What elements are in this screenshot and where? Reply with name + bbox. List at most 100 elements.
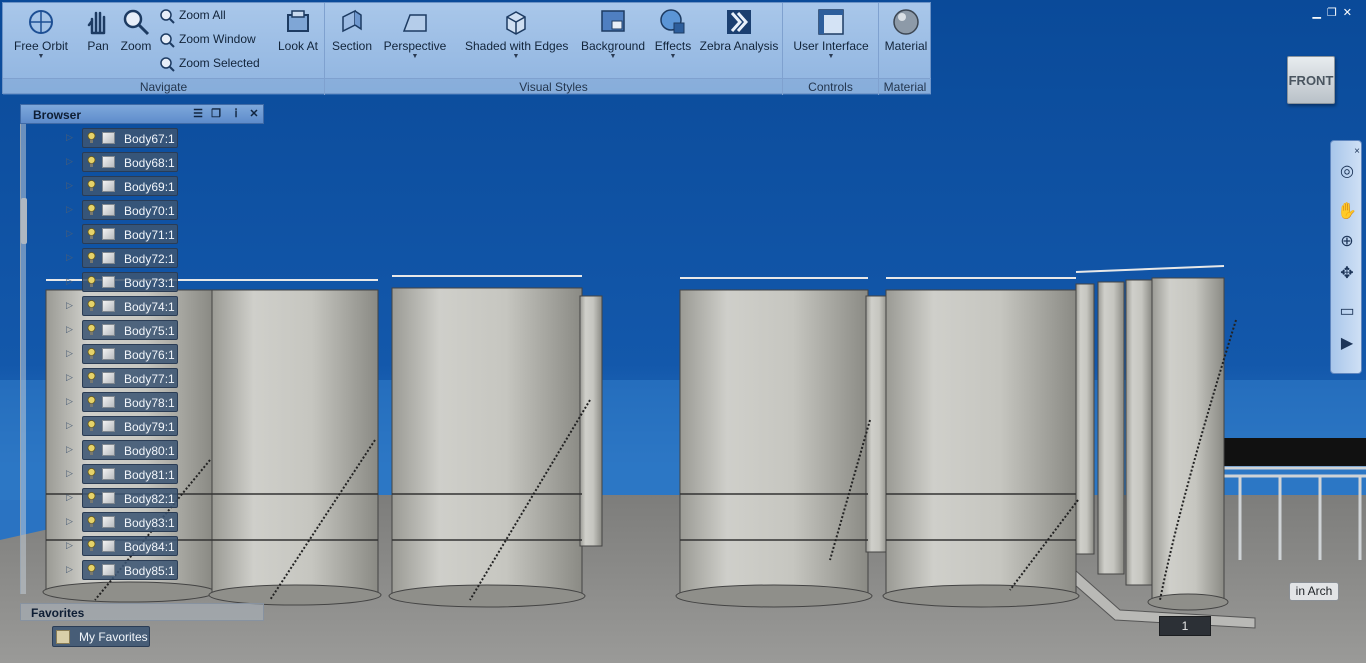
- expand-arrow-icon[interactable]: ▷: [66, 204, 73, 215]
- browser-item[interactable]: Body72:1: [82, 248, 178, 268]
- browser-item[interactable]: Body70:1: [82, 200, 178, 220]
- visibility-bulb-icon[interactable]: [87, 420, 96, 432]
- pan-button[interactable]: Pan: [83, 7, 113, 53]
- expand-arrow-icon[interactable]: ▷: [66, 564, 73, 575]
- visibility-bulb-icon[interactable]: [87, 204, 96, 216]
- play-icon[interactable]: ▶: [1336, 333, 1358, 355]
- visibility-bulb-icon[interactable]: [87, 564, 96, 576]
- chevron-down-icon: ▼: [37, 53, 45, 60]
- zoom-window-button[interactable]: Zoom Window: [159, 29, 256, 49]
- expand-arrow-icon[interactable]: ▷: [66, 420, 73, 431]
- browser-item[interactable]: Body82:1: [82, 488, 178, 508]
- browser-item[interactable]: Body69:1: [82, 176, 178, 196]
- page-number-box[interactable]: 1: [1159, 616, 1211, 636]
- steering-wheel-icon[interactable]: ◎: [1336, 161, 1358, 183]
- ribbon-group-material: Material Material: [879, 3, 931, 95]
- expand-arrow-icon[interactable]: ▷: [66, 468, 73, 479]
- zoom-all-button[interactable]: Zoom All: [159, 5, 226, 25]
- background-button[interactable]: Background ▼: [575, 7, 651, 60]
- list-view-icon[interactable]: ☰: [191, 107, 205, 121]
- expand-arrow-icon[interactable]: ▷: [66, 228, 73, 239]
- visibility-bulb-icon[interactable]: [87, 516, 96, 528]
- visibility-bulb-icon[interactable]: [87, 396, 96, 408]
- browser-item[interactable]: Body83:1: [82, 512, 178, 532]
- visibility-bulb-icon[interactable]: [87, 444, 96, 456]
- visibility-bulb-icon[interactable]: [87, 348, 96, 360]
- effects-button[interactable]: Effects ▼: [653, 7, 693, 60]
- expand-arrow-icon[interactable]: ▷: [66, 276, 73, 287]
- page-number: 1: [1181, 619, 1189, 633]
- expand-arrow-icon[interactable]: ▷: [66, 444, 73, 455]
- browser-item[interactable]: Body75:1: [82, 320, 178, 340]
- visibility-bulb-icon[interactable]: [87, 372, 96, 384]
- perspective-icon: [402, 14, 427, 32]
- solid-body-icon: [102, 180, 115, 192]
- browser-item[interactable]: Body74:1: [82, 296, 178, 316]
- zoom-icon[interactable]: ⊕: [1336, 231, 1358, 253]
- browser-item[interactable]: Body77:1: [82, 368, 178, 388]
- zoom-selected-button[interactable]: Zoom Selected: [159, 53, 260, 73]
- visibility-bulb-icon[interactable]: [87, 468, 96, 480]
- browser-item[interactable]: Body79:1: [82, 416, 178, 436]
- hand-icon[interactable]: ✋: [1336, 201, 1358, 223]
- expand-arrow-icon[interactable]: ▷: [66, 516, 73, 527]
- close-icon[interactable]: ✕: [247, 107, 261, 121]
- material-button[interactable]: Material: [881, 7, 931, 53]
- arch-label: in Arch: [1289, 582, 1339, 601]
- visibility-bulb-icon[interactable]: [87, 276, 96, 288]
- browser-item[interactable]: Body76:1: [82, 344, 178, 364]
- visibility-bulb-icon[interactable]: [87, 228, 96, 240]
- expand-arrow-icon[interactable]: ▷: [66, 180, 73, 191]
- zoom-button[interactable]: Zoom: [117, 7, 155, 53]
- expand-arrow-icon[interactable]: ▷: [66, 372, 73, 383]
- expand-arrow-icon[interactable]: ▷: [66, 156, 73, 167]
- perspective-button[interactable]: Perspective ▼: [383, 7, 447, 60]
- visibility-bulb-icon[interactable]: [87, 132, 96, 144]
- look-at-icon[interactable]: ▭: [1336, 301, 1358, 323]
- browser-item[interactable]: Body73:1: [82, 272, 178, 292]
- expand-arrow-icon[interactable]: ▷: [66, 492, 73, 503]
- visibility-bulb-icon[interactable]: [87, 252, 96, 264]
- expand-arrow-icon[interactable]: ▷: [66, 132, 73, 143]
- panel-layout-icon[interactable]: ❐: [209, 107, 223, 121]
- browser-scrollbar[interactable]: [20, 124, 27, 594]
- user-interface-button[interactable]: User Interface ▼: [789, 7, 873, 60]
- close-icon[interactable]: ✕: [1343, 7, 1358, 19]
- section-button[interactable]: Section: [329, 7, 375, 53]
- visibility-bulb-icon[interactable]: [87, 156, 96, 168]
- restore-icon[interactable]: ❐: [1327, 7, 1343, 19]
- close-icon[interactable]: ×: [1353, 141, 1361, 163]
- visibility-bulb-icon[interactable]: [87, 300, 96, 312]
- viewcube-face-label: FRONT: [1288, 73, 1334, 88]
- free-orbit-button[interactable]: Free Orbit ▼: [13, 7, 69, 60]
- expand-arrow-icon[interactable]: ▷: [66, 300, 73, 311]
- browser-item[interactable]: Body67:1: [82, 128, 178, 148]
- browser-item[interactable]: Body84:1: [82, 536, 178, 556]
- visibility-bulb-icon[interactable]: [87, 492, 96, 504]
- visibility-bulb-icon[interactable]: [87, 324, 96, 336]
- expand-arrow-icon[interactable]: ▷: [66, 252, 73, 263]
- info-icon[interactable]: ⅰ: [229, 107, 243, 121]
- my-favorites-item[interactable]: My Favorites: [52, 626, 150, 647]
- shaded-with-edges-button[interactable]: Shaded with Edges ▼: [465, 7, 568, 60]
- scrollbar-thumb[interactable]: [21, 198, 27, 244]
- look-at-button[interactable]: Look At: [275, 7, 321, 53]
- browser-item[interactable]: Body68:1: [82, 152, 178, 172]
- visibility-bulb-icon[interactable]: [87, 180, 96, 192]
- expand-arrow-icon[interactable]: ▷: [66, 348, 73, 359]
- expand-arrow-icon[interactable]: ▷: [66, 396, 73, 407]
- viewcube[interactable]: FRONT: [1287, 56, 1335, 104]
- zebra-analysis-button[interactable]: Zebra Analysis: [699, 7, 779, 53]
- browser-item[interactable]: Body71:1: [82, 224, 178, 244]
- browser-item[interactable]: Body80:1: [82, 440, 178, 460]
- browser-item[interactable]: Body81:1: [82, 464, 178, 484]
- browser-item[interactable]: Body85:1: [82, 560, 178, 580]
- visibility-bulb-icon[interactable]: [87, 540, 96, 552]
- expand-arrow-icon[interactable]: ▷: [66, 324, 73, 335]
- expand-arrow-icon[interactable]: ▷: [66, 540, 73, 551]
- hand-icon: [87, 11, 106, 35]
- minimize-icon[interactable]: ▁: [1312, 7, 1326, 19]
- browser-item[interactable]: Body78:1: [82, 392, 178, 412]
- orbit-icon[interactable]: ✥: [1336, 263, 1358, 285]
- look-at-icon: [287, 10, 309, 32]
